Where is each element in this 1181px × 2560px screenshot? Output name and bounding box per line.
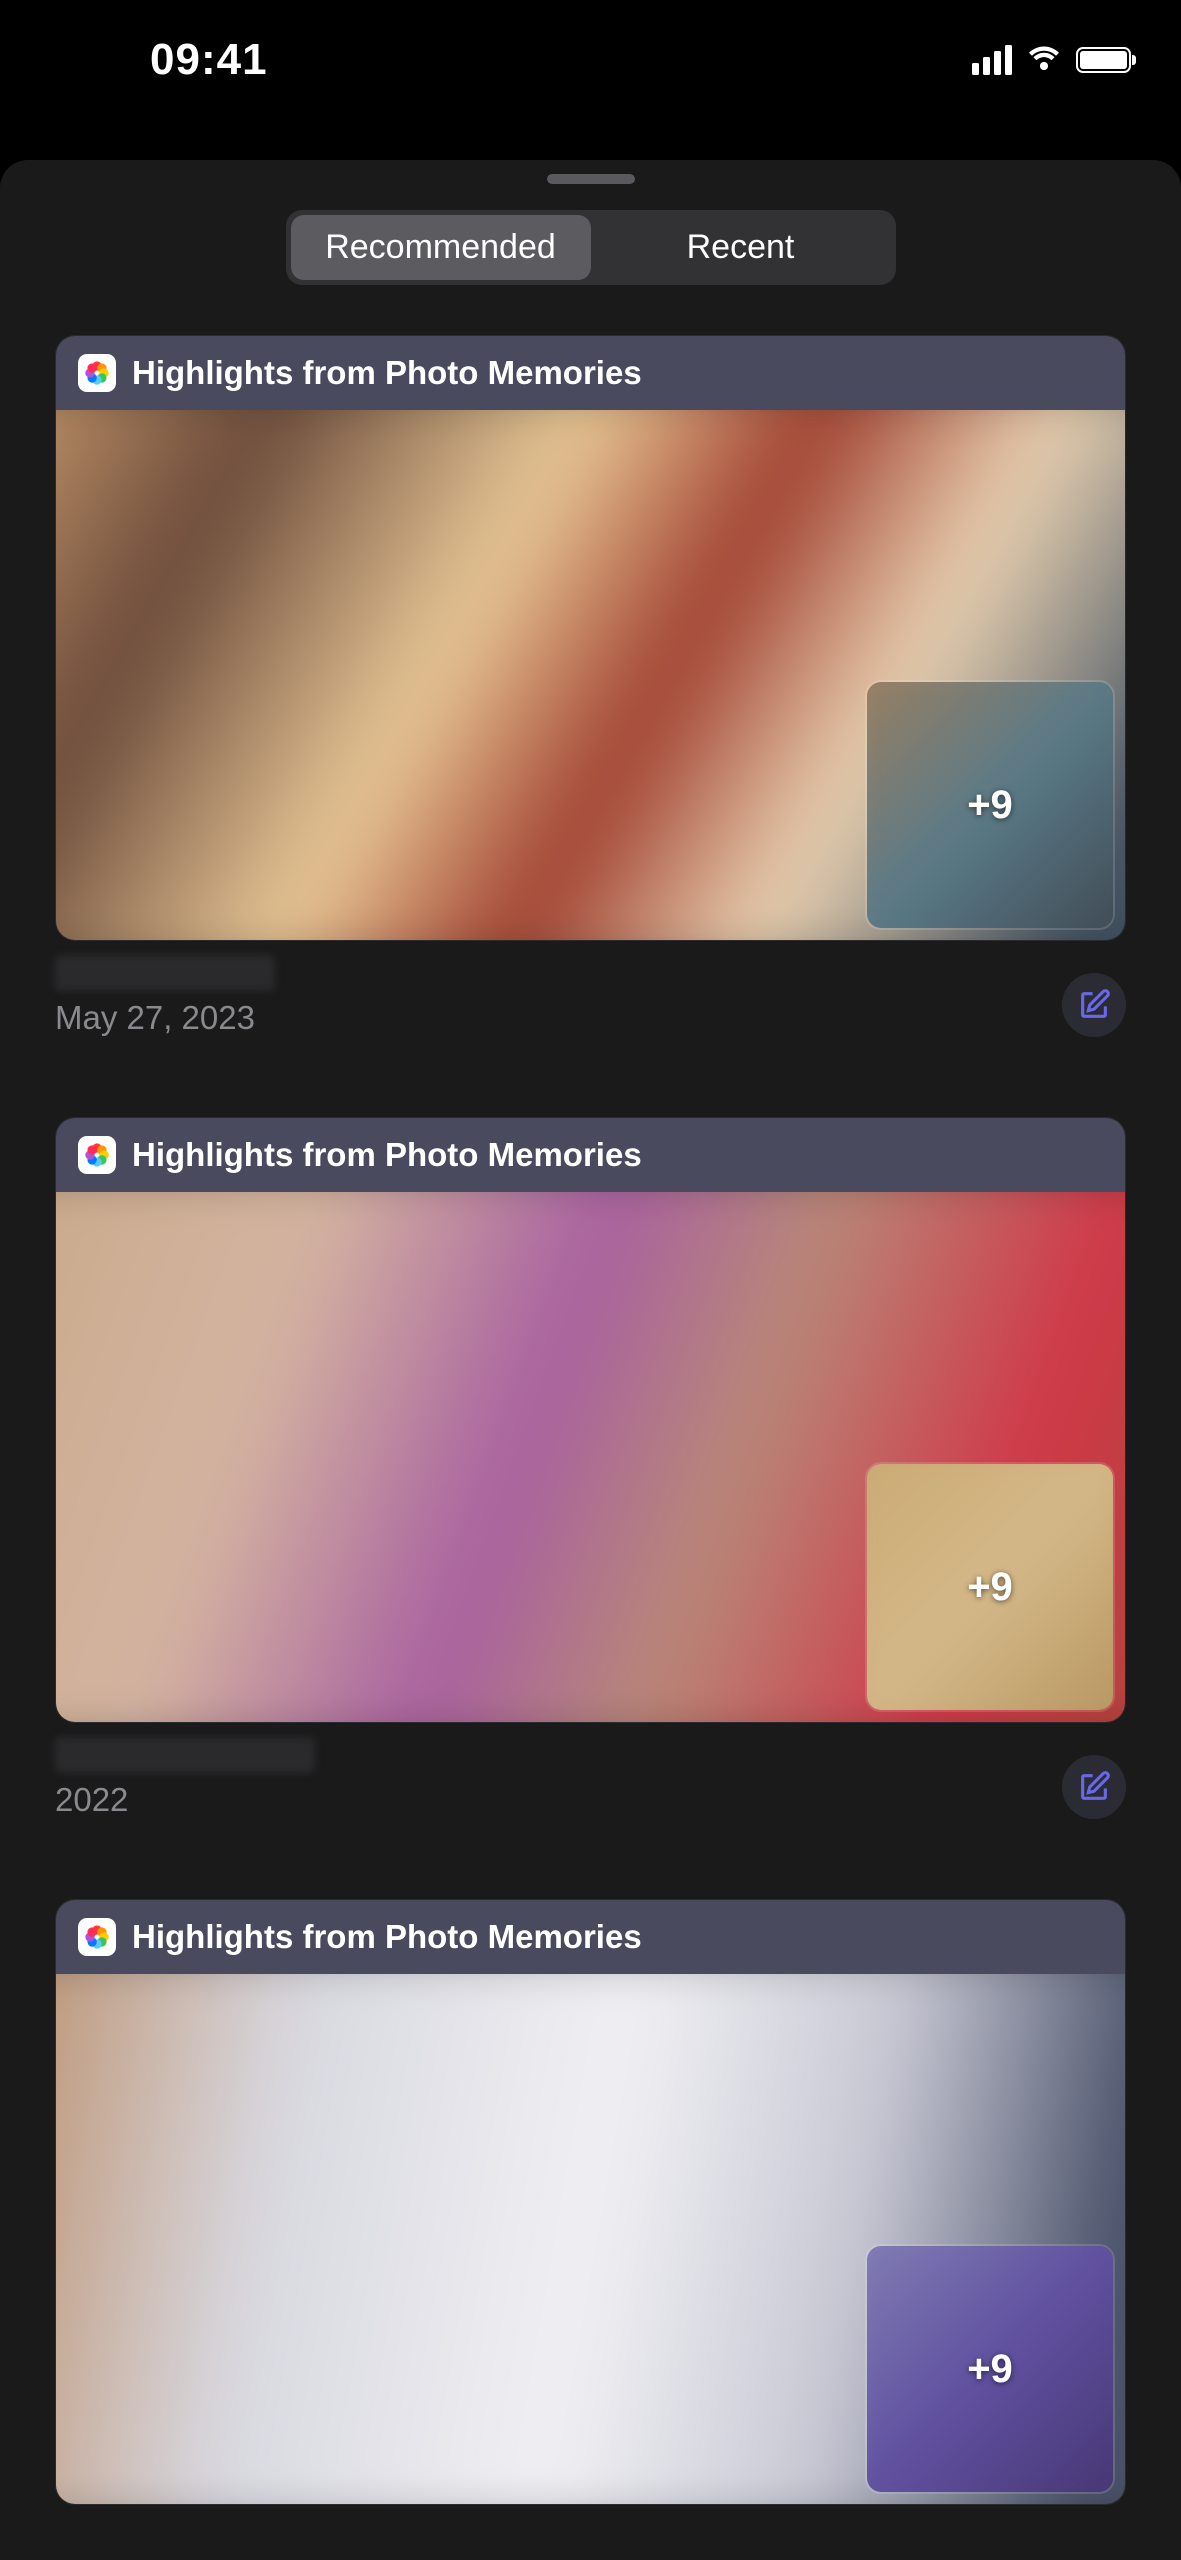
more-count-badge: +9	[967, 1565, 1013, 1610]
segment-recommended[interactable]: Recommended	[291, 215, 591, 280]
more-count-badge: +9	[967, 783, 1013, 828]
signal-icon	[972, 45, 1012, 75]
status-time: 09:41	[150, 35, 268, 85]
card-title: Highlights from Photo Memories	[132, 1918, 642, 1956]
battery-icon	[1076, 47, 1131, 73]
wifi-icon	[1026, 44, 1062, 77]
segment-recent[interactable]: Recent	[591, 215, 891, 280]
more-photos-thumb[interactable]: +9	[865, 1462, 1115, 1712]
card-meta: 2022	[55, 1737, 1126, 1819]
photos-app-icon	[78, 354, 116, 392]
edit-button[interactable]	[1062, 973, 1126, 1037]
card-header: Highlights from Photo Memories	[56, 336, 1125, 410]
card-title: Highlights from Photo Memories	[132, 354, 642, 392]
photos-app-icon	[78, 1918, 116, 1956]
memory-card[interactable]: Highlights from Photo Memories +9	[55, 1899, 1126, 2505]
sheet-grabber[interactable]	[547, 174, 635, 184]
card-hero-image[interactable]: +9	[56, 1192, 1125, 1722]
more-count-badge: +9	[967, 2347, 1013, 2392]
segmented-control[interactable]: Recommended Recent	[286, 210, 896, 285]
card-title: Highlights from Photo Memories	[132, 1136, 642, 1174]
redacted-title	[55, 1737, 315, 1773]
card-meta: May 27, 2023	[55, 955, 1126, 1037]
card-header: Highlights from Photo Memories	[56, 1118, 1125, 1192]
memory-card[interactable]: Highlights from Photo Memories +9	[55, 1117, 1126, 1723]
status-bar: 09:41	[0, 0, 1181, 120]
memory-date: May 27, 2023	[55, 999, 275, 1037]
card-hero-image[interactable]: +9	[56, 410, 1125, 940]
more-photos-thumb[interactable]: +9	[865, 2244, 1115, 2494]
more-photos-thumb[interactable]: +9	[865, 680, 1115, 930]
card-header: Highlights from Photo Memories	[56, 1900, 1125, 1974]
redacted-title	[55, 955, 275, 991]
photos-app-icon	[78, 1136, 116, 1174]
edit-button[interactable]	[1062, 1755, 1126, 1819]
memory-date: 2022	[55, 1781, 315, 1819]
status-icons	[972, 44, 1131, 77]
memories-list: Highlights from Photo Memories +9 May 27…	[0, 335, 1181, 2505]
content-sheet: Recommended Recent Highlights from Photo…	[0, 160, 1181, 2560]
memory-card[interactable]: Highlights from Photo Memories +9	[55, 335, 1126, 941]
card-hero-image[interactable]: +9	[56, 1974, 1125, 2504]
